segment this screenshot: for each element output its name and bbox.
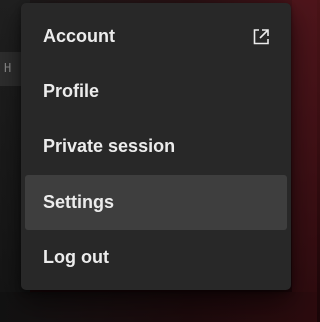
menu-item-account[interactable]: Account bbox=[25, 9, 287, 64]
menu-item-profile[interactable]: Profile bbox=[25, 64, 287, 119]
menu-item-label: Settings bbox=[43, 192, 115, 212]
menu-item-settings[interactable]: Settings bbox=[25, 175, 287, 230]
menu-item-label: Log out bbox=[43, 247, 109, 267]
account-context-menu: Account Profile Private session Settings… bbox=[21, 3, 291, 290]
menu-item-label: Profile bbox=[43, 81, 100, 101]
background-right-panel bbox=[292, 0, 317, 322]
background-bottom-bar bbox=[0, 292, 317, 322]
menu-item-log-out[interactable]: Log out bbox=[25, 230, 287, 285]
external-link-icon bbox=[253, 28, 269, 44]
menu-item-private-session[interactable]: Private session bbox=[25, 119, 287, 174]
menu-item-label: Private session bbox=[43, 136, 176, 156]
menu-item-label: Account bbox=[43, 26, 115, 46]
